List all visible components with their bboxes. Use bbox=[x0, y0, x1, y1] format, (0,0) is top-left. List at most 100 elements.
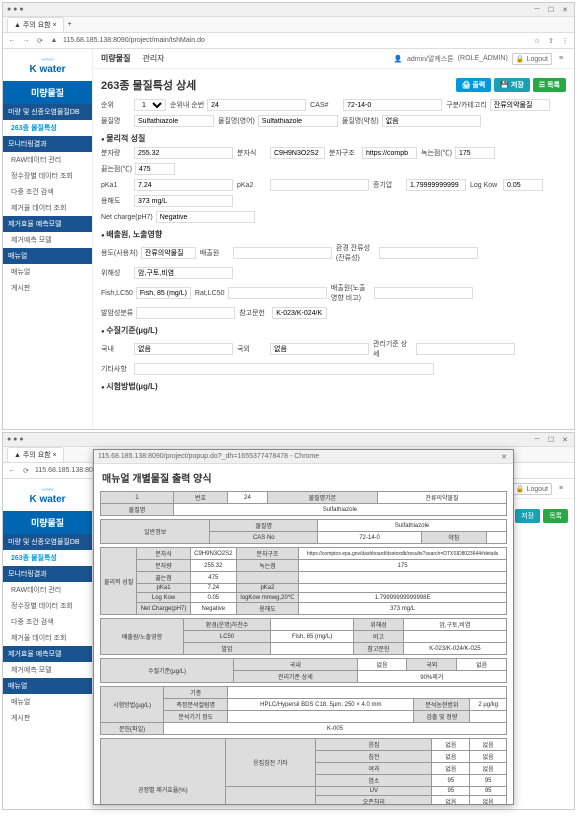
maximize-icon[interactable]: ☐ bbox=[546, 435, 556, 445]
use-input[interactable] bbox=[141, 247, 196, 259]
sidebar-item[interactable]: 다중 조건 검색 bbox=[3, 184, 92, 200]
save-button-bg[interactable]: 저장 bbox=[515, 509, 540, 523]
sidebar-group[interactable]: 미량 및 신종오염물질DB bbox=[3, 534, 92, 550]
url-field[interactable]: 115.68.185.138:8090/project/main/tshMain… bbox=[63, 37, 528, 44]
browser-tab[interactable]: ▲ 주의 요함 × bbox=[7, 447, 64, 462]
haz-input[interactable] bbox=[134, 267, 233, 279]
section-test: 시험방법(µg/L) bbox=[101, 381, 566, 392]
etc-input[interactable] bbox=[134, 363, 434, 375]
orderin-input[interactable] bbox=[207, 99, 306, 111]
cas-input[interactable] bbox=[343, 99, 442, 111]
sidebar-item[interactable]: 263종 물질특성 bbox=[3, 550, 92, 566]
browser-window-2: ● ● ● ─ ☐ ✕ ▲ 주의 요함 × ← ⟳ 115.68.185.138… bbox=[2, 432, 575, 810]
close-icon[interactable]: ✕ bbox=[560, 5, 570, 15]
struct-input[interactable] bbox=[362, 147, 417, 159]
sidebar: 〰〰K water 미량물질 미량 및 신종오염물질DB 263종 물질특성 모… bbox=[3, 479, 93, 809]
sidebar-group[interactable]: 미량 및 신종오염물질DB bbox=[3, 104, 92, 120]
sidebar-item[interactable]: 게시판 bbox=[3, 710, 92, 726]
top-tab[interactable]: 관리자 bbox=[142, 53, 164, 64]
dom-input[interactable] bbox=[134, 343, 233, 355]
sidebar-item[interactable]: 제거예측 모델 bbox=[3, 232, 92, 248]
new-tab-button[interactable]: + bbox=[68, 21, 72, 28]
mgmt-input[interactable] bbox=[416, 343, 515, 355]
pka2-input[interactable] bbox=[270, 179, 369, 191]
lbl: 물질명(영어) bbox=[218, 116, 255, 126]
fish-input[interactable] bbox=[136, 287, 191, 299]
back-icon[interactable]: ← bbox=[7, 466, 17, 476]
menu-icon[interactable]: ⋮ bbox=[560, 36, 570, 46]
close-icon[interactable]: ✕ bbox=[560, 435, 570, 445]
page-title: 263종 물질특성 상세 🖨 출력 💾 저장 ☰ 목록 bbox=[101, 77, 566, 93]
sidebar-item[interactable]: RAW데이터 관리 bbox=[3, 582, 92, 598]
back-icon[interactable]: ← bbox=[7, 36, 17, 46]
content: 263종 물질특성 상세 🖨 출력 💾 저장 ☰ 목록 순위1 순위내 순번 C… bbox=[93, 69, 574, 403]
logout-button[interactable]: 🔒 Logout bbox=[512, 53, 552, 65]
mf-input[interactable] bbox=[270, 147, 325, 159]
reload-icon[interactable]: ⟳ bbox=[21, 466, 31, 476]
sidebar-item[interactable]: 매뉴얼 bbox=[3, 264, 92, 280]
save-button[interactable]: 💾 저장 bbox=[494, 78, 530, 92]
rat-input[interactable] bbox=[228, 287, 327, 299]
sidebar-group[interactable]: 매뉴얼 bbox=[3, 678, 92, 694]
browser-tab[interactable]: ▲ 주의 요함 × bbox=[7, 17, 64, 32]
star-icon[interactable]: ☆ bbox=[532, 36, 542, 46]
sol-input[interactable] bbox=[134, 195, 233, 207]
vp-input[interactable] bbox=[406, 179, 466, 191]
sidebar-item[interactable]: 게시판 bbox=[3, 280, 92, 296]
mp-input[interactable] bbox=[455, 147, 495, 159]
minimize-icon[interactable]: ─ bbox=[532, 5, 542, 15]
sidebar-item[interactable]: 매뉴얼 bbox=[3, 694, 92, 710]
list-button[interactable]: ☰ 목록 bbox=[533, 78, 566, 92]
forward-icon[interactable]: → bbox=[21, 36, 31, 46]
menu-icon[interactable]: ≡ bbox=[556, 54, 566, 64]
ref-input[interactable] bbox=[272, 307, 327, 319]
bp-input[interactable] bbox=[135, 163, 175, 175]
lbl: 국외 bbox=[237, 344, 267, 354]
sidebar-item[interactable]: 다중 조건 검색 bbox=[3, 614, 92, 630]
sidebar-item[interactable]: 제거율 데이터 조회 bbox=[3, 630, 92, 646]
cat-input[interactable] bbox=[490, 99, 550, 111]
share-icon[interactable]: ⇪ bbox=[546, 36, 556, 46]
envconc-input[interactable] bbox=[379, 247, 478, 259]
sidebar-item[interactable]: 제거예측 모델 bbox=[3, 662, 92, 678]
reload-icon[interactable]: ⟳ bbox=[35, 36, 45, 46]
sidebar-group[interactable]: 모니터링결과 bbox=[3, 566, 92, 582]
lbl: 물질명(약칭) bbox=[342, 116, 379, 126]
logkow-input[interactable] bbox=[503, 179, 543, 191]
name-en-input[interactable] bbox=[258, 115, 338, 127]
srcref-input[interactable] bbox=[374, 287, 473, 299]
menu-icon[interactable]: ≡ bbox=[556, 484, 566, 494]
order-select[interactable]: 1 bbox=[134, 99, 166, 111]
address-bar: ← → ⟳ ▲ 115.68.185.138:8090/project/main… bbox=[3, 33, 574, 49]
minimize-icon[interactable]: ─ bbox=[532, 435, 542, 445]
maximize-icon[interactable]: ☐ bbox=[546, 5, 556, 15]
list-button-bg[interactable]: 목록 bbox=[543, 509, 568, 523]
lbl: 순위내 순번 bbox=[170, 100, 204, 110]
close-icon[interactable]: ✕ bbox=[499, 452, 509, 462]
sidebar-item[interactable]: RAW데이터 관리 bbox=[3, 152, 92, 168]
name-abbr-input[interactable] bbox=[382, 115, 481, 127]
src-input[interactable] bbox=[233, 247, 332, 259]
sidebar-item[interactable]: 정수장별 데이터 조회 bbox=[3, 598, 92, 614]
logout-button[interactable]: 🔒 Logout bbox=[512, 483, 552, 495]
section-physical: 물리적 성질 bbox=[101, 133, 566, 144]
intl-input[interactable] bbox=[270, 343, 369, 355]
sidebar-group[interactable]: 제거효율 예측모델 bbox=[3, 646, 92, 662]
mw-input[interactable] bbox=[134, 147, 233, 159]
sidebar-item-263[interactable]: 263종 물질특성 bbox=[3, 120, 92, 136]
sidebar: 〰〰 K water 미량물질 미량 및 신종오염물질DB 263종 물질특성 … bbox=[3, 49, 93, 429]
lbl: Net charge(pH7) bbox=[101, 214, 153, 221]
print-button[interactable]: 🖨 출력 bbox=[456, 78, 492, 92]
sidebar-item[interactable]: 제거율 데이터 조회 bbox=[3, 200, 92, 216]
sidebar-item[interactable]: 정수장별 데이터 조회 bbox=[3, 168, 92, 184]
sidebar-group[interactable]: 제거효율 예측모델 bbox=[3, 216, 92, 232]
sidebar-group[interactable]: 매뉴얼 bbox=[3, 248, 92, 264]
pka1-input[interactable] bbox=[134, 179, 233, 191]
carc-input[interactable] bbox=[136, 307, 235, 319]
browser-window-1: ● ● ● ─ ☐ ✕ ▲ 주의 요함 × + ← → ⟳ ▲ 115.68.1… bbox=[2, 2, 575, 430]
lbl: 끓는점(℃) bbox=[101, 164, 132, 174]
top-tab[interactable]: 미량물질 bbox=[101, 53, 130, 64]
sidebar-group[interactable]: 모니터링결과 bbox=[3, 136, 92, 152]
netc-input[interactable] bbox=[156, 211, 255, 223]
name-input[interactable] bbox=[134, 115, 214, 127]
